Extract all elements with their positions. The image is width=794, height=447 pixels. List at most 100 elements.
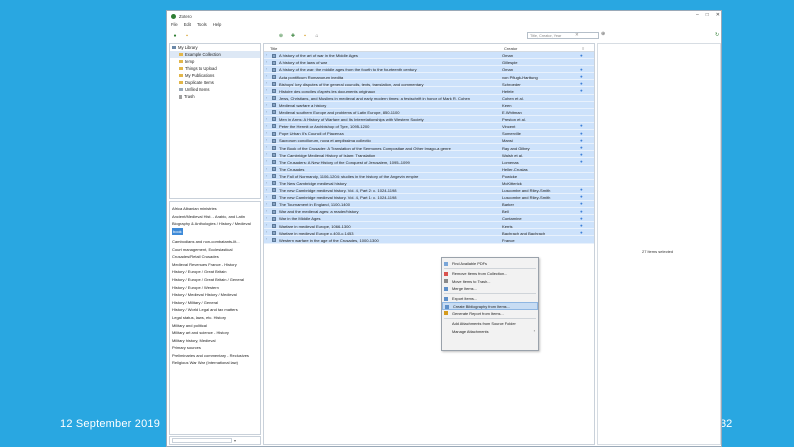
context-menu-item[interactable]: Move Items to Trash... [442, 278, 538, 285]
tag-item[interactable]: Military art and science - History [172, 330, 229, 335]
attachment-icon[interactable]: ● [580, 145, 583, 150]
attachment-icon[interactable]: ● [580, 230, 583, 235]
locate-icon[interactable]: ⊕ [601, 31, 605, 37]
tag-item[interactable]: Military history, Medieval [172, 338, 216, 343]
attachment-icon[interactable]: ⌂ [313, 33, 321, 40]
column-creator[interactable]: Creator [504, 46, 517, 51]
tag-item[interactable]: Primary sources [172, 345, 201, 350]
attachment-icon[interactable]: ● [580, 187, 583, 192]
context-menu-item[interactable]: Merge Items... [442, 285, 538, 292]
tag-item[interactable]: Ancient/Medieval Hist. - Arabic, and Lat… [172, 214, 245, 219]
context-menu-item[interactable]: Manage Attachments › [442, 327, 538, 334]
table-row[interactable]: › The Crusaders: A New History of the Con… [264, 158, 594, 166]
attachment-icon[interactable]: ● [580, 138, 583, 143]
context-menu-item[interactable]: Create Bibliography from Items... [442, 302, 538, 310]
table-row[interactable]: › Jews, Christians, and Muslims in mediev… [264, 94, 594, 102]
close-icon[interactable]: ✕ [716, 12, 720, 18]
collection-item[interactable]: temp [170, 58, 260, 65]
table-row[interactable]: › Western warfare in the age of the Crusa… [264, 236, 594, 244]
context-menu-item[interactable]: Export Items... [442, 295, 538, 302]
attachment-icon[interactable]: ● [580, 159, 583, 164]
table-row[interactable]: › Medieval warfare a history Keen [264, 101, 594, 109]
table-row[interactable]: › Peter the Hermit or Archbishop of Tyre,… [264, 122, 594, 131]
attachment-icon[interactable]: ● [580, 216, 583, 221]
tag-filter-input[interactable] [172, 438, 232, 443]
new-note-icon[interactable]: ▪ [301, 33, 309, 40]
search-input[interactable]: Title, Creator, Year [527, 32, 599, 39]
expand-twisty-icon[interactable]: › [266, 237, 267, 241]
tag-item[interactable]: Court management, Ecclesiastical [172, 247, 232, 252]
tag-item[interactable]: History / Military / General [172, 300, 218, 305]
tag-menu-icon[interactable]: ▾ [234, 438, 236, 443]
table-row[interactable]: › Pope Urban II's Council of Piacenza Some… [264, 130, 594, 138]
expand-twisty-icon[interactable]: › [266, 81, 267, 85]
tag-item[interactable]: History / Medieval History / Medieval [172, 292, 237, 297]
expand-twisty-icon[interactable]: › [266, 103, 267, 107]
tag-item[interactable]: Crusades/Retail Crusades [172, 254, 219, 259]
new-collection-icon[interactable]: ● [171, 33, 179, 40]
expand-twisty-icon[interactable]: › [266, 202, 267, 206]
expand-twisty-icon[interactable]: › [266, 159, 267, 163]
table-row[interactable]: › Histoire des conciles d'après les docum… [264, 87, 594, 95]
expand-twisty-icon[interactable]: › [266, 88, 267, 92]
menu-tools[interactable]: Tools [197, 22, 207, 29]
tag-item[interactable]: History / World Legal and tax matters [172, 307, 238, 312]
table-row[interactable]: › Bishops' key disputes of the general co… [264, 80, 594, 88]
search-clear-icon[interactable]: ✕ [575, 32, 579, 38]
table-row[interactable]: › The new Cambridge medieval history. Vol… [264, 186, 594, 194]
attachment-icon[interactable]: ● [580, 67, 583, 72]
table-row[interactable]: › The Cambridge Medieval History of Islam… [264, 151, 594, 159]
column-title[interactable]: Title [270, 46, 277, 51]
table-row[interactable]: › The Book of the Crusader: A Translation… [264, 144, 594, 152]
attachment-icon[interactable]: ● [580, 53, 583, 58]
context-menu-item[interactable]: Generate Report from Items... [442, 310, 538, 317]
attachment-icon[interactable]: ● [580, 81, 583, 86]
attachment-icon[interactable]: ● [580, 74, 583, 79]
tag-item[interactable]: History / Europe / Great Britain / Gener… [172, 277, 244, 282]
table-row[interactable]: › The Fall of Normandy, 1106-1204: studie… [264, 172, 594, 180]
table-row[interactable]: › The Tournament in England, 1100-1400 Bar… [264, 200, 594, 209]
attachment-icon[interactable]: ● [580, 223, 583, 228]
collection-item[interactable]: Duplicate Items [170, 79, 260, 86]
tag-item[interactable]: Preliminaries and commentary - Reclusive… [172, 353, 249, 358]
maximize-icon[interactable]: □ [706, 12, 709, 18]
collection-item[interactable]: My Publications [170, 72, 260, 79]
expand-twisty-icon[interactable]: › [266, 117, 267, 121]
expand-twisty-icon[interactable]: › [266, 124, 267, 128]
menu-help[interactable]: Help [213, 22, 222, 29]
tag-item[interactable]: Africa Albanian ministries [172, 206, 217, 211]
attachment-icon[interactable]: ● [580, 88, 583, 93]
table-row[interactable]: › Men in Arms: A History of Warfare and I… [264, 115, 594, 123]
table-row[interactable]: › The new Cambridge medieval history. Vol… [264, 193, 594, 201]
table-row[interactable]: › A history of the laws of war Gillespie [264, 59, 594, 67]
collection-item[interactable]: Trash [170, 93, 260, 100]
minimize-icon[interactable]: – [696, 12, 699, 18]
collection-item[interactable]: Example Collection [170, 51, 260, 58]
tag-item[interactable]: Religious War War (International law) [172, 360, 238, 365]
table-row[interactable]: › A history of the war: the middle ages f… [264, 66, 594, 74]
table-row[interactable]: › Medieval southern Europe and problems o… [264, 108, 594, 116]
tag-item[interactable]: Medieval Revenues France - History [172, 262, 237, 267]
expand-twisty-icon[interactable]: › [266, 53, 267, 57]
table-row[interactable]: › Warfare in medieval Europe c.400-c.1453… [264, 229, 594, 237]
attachment-icon[interactable]: ● [580, 131, 583, 136]
table-row[interactable]: › Sacrorum conciliorum, nova et amplissim… [264, 137, 594, 145]
folder-icon[interactable]: ▪ [183, 33, 191, 40]
expand-twisty-icon[interactable]: › [266, 181, 267, 185]
expand-twisty-icon[interactable]: › [266, 145, 267, 149]
menu-edit[interactable]: Edit [184, 22, 191, 29]
context-menu-item[interactable]: Find Available PDFs [442, 260, 538, 267]
column-picker-icon[interactable]: ≡ [582, 46, 584, 51]
sync-icon[interactable]: ↻ [715, 32, 719, 38]
expand-twisty-icon[interactable]: › [266, 195, 267, 199]
collection-item[interactable]: Unfiled Items [170, 86, 260, 93]
expand-twisty-icon[interactable]: › [266, 152, 267, 156]
table-row[interactable]: › Warfare in medieval Europe, 1066-1300 Ke… [264, 222, 594, 230]
new-item-icon[interactable]: ⊕ [277, 33, 285, 40]
tag-item[interactable]: Legal status, laws, etc. History [172, 315, 226, 320]
tag-item[interactable]: Cambodians and non-combatants-lit... [172, 239, 240, 244]
expand-twisty-icon[interactable]: › [266, 167, 267, 171]
add-by-identifier-icon[interactable]: ✚ [289, 33, 297, 40]
expand-twisty-icon[interactable]: › [266, 67, 267, 71]
menu-file[interactable]: File [171, 22, 178, 29]
